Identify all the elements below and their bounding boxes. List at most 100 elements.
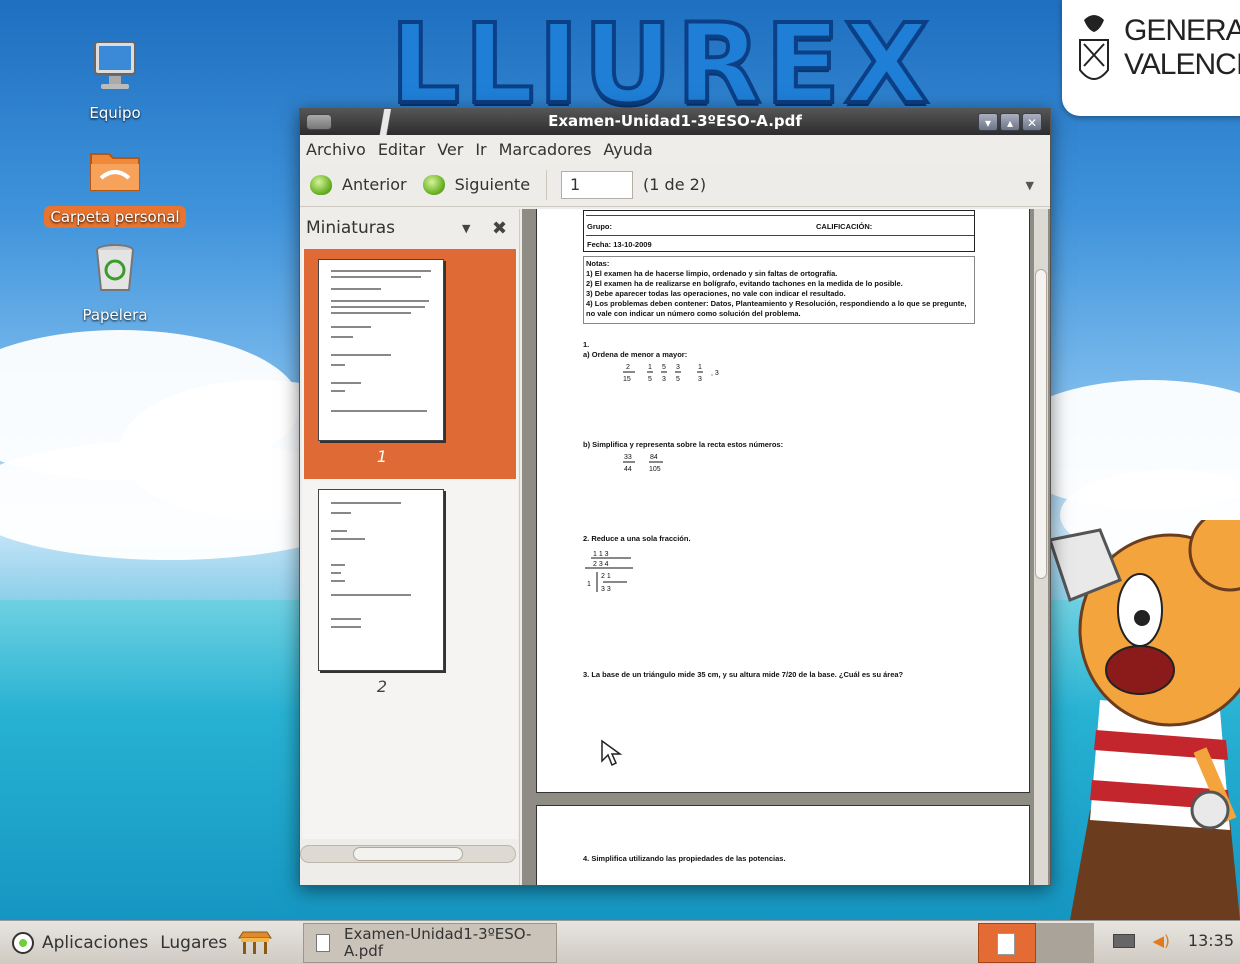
menu-ver[interactable]: Ver	[437, 140, 463, 159]
scrollbar-thumb[interactable]	[1035, 269, 1047, 579]
nota-1: 1) El examen ha de hacerse limpio, orden…	[586, 269, 838, 278]
maximize-icon: ▴	[1006, 116, 1014, 130]
menu-ayuda[interactable]: Ayuda	[603, 140, 652, 159]
arrow-up-icon	[310, 174, 332, 195]
toolbar-separator	[546, 169, 548, 200]
close-button[interactable]: ✕	[1022, 113, 1042, 131]
arrow-down-icon	[422, 174, 445, 195]
gva-line1: GENERALIT	[1124, 14, 1240, 47]
question-1a: a) Ordena de menor a mayor:	[583, 350, 688, 359]
sidebar-horizontal-scrollbar[interactable]	[300, 845, 516, 863]
document-icon	[316, 934, 330, 952]
svg-text:84: 84	[650, 454, 658, 461]
desktop-icon-label: Equipo	[89, 104, 141, 122]
question-1b: b) Simplifica y representa sobre la rect…	[583, 440, 784, 449]
next-page-label: Siguiente	[454, 175, 531, 194]
svg-text:1: 1	[698, 364, 702, 371]
svg-text:44: 44	[624, 466, 632, 473]
desktop-icon-equipo[interactable]: Equipo	[40, 38, 190, 124]
svg-text:, 3: , 3	[711, 370, 719, 377]
menu-ir[interactable]: Ir	[475, 140, 486, 159]
workspace-switcher-inactive[interactable]	[1036, 923, 1094, 963]
gva-line2: VALENCIAN	[1124, 48, 1240, 81]
calificacion-label: CALIFICACIÓN:	[816, 222, 873, 231]
window-titlebar[interactable]: Examen-Unidad1-3ºESO-A.pdf ▾ ▴ ✕	[300, 109, 1050, 135]
thumbnail-number: 2	[376, 677, 388, 696]
nota-3: 3) Debe aparecer todas las operaciones, …	[586, 289, 846, 298]
thumbnail-page-2[interactable]: 2	[304, 479, 516, 709]
mouse-pointer-icon	[601, 739, 623, 767]
document-vertical-scrollbar[interactable]	[1034, 209, 1048, 885]
taskbar-window-button[interactable]: Examen-Unidad1-3ºESO-A.pdf	[303, 923, 557, 963]
computer-icon	[94, 41, 136, 89]
svg-text:2 3 4: 2 3 4	[593, 561, 609, 568]
fraction-list-figure: 215 15 53 35 13 , 3	[623, 364, 719, 383]
minimize-button[interactable]: ▾	[978, 113, 998, 131]
sidebar-title[interactable]: Miniaturas	[306, 218, 395, 238]
system-tray: ◀) 13:35	[1112, 931, 1234, 950]
desk-launcher-icon[interactable]	[237, 930, 273, 956]
applications-menu-icon[interactable]	[12, 931, 34, 954]
previous-page-label: Anterior	[342, 175, 407, 194]
workspace-switcher-active[interactable]	[978, 923, 1036, 963]
menu-marcadores[interactable]: Marcadores	[499, 140, 592, 159]
places-menu[interactable]: Lugares	[160, 933, 227, 953]
svg-text:5: 5	[648, 376, 652, 383]
document-area: Grupo: CALIFICACIÓN: Fecha: 13-10-2009 N…	[522, 209, 1050, 885]
page-number-input[interactable]	[561, 170, 634, 199]
toolbar: Anterior Siguiente (1 de 2) ▼	[300, 163, 1050, 207]
svg-text:15: 15	[623, 376, 631, 383]
menu-archivo[interactable]: Archivo	[306, 140, 366, 159]
nota-2: 2) El examen ha de realizarse en bolígra…	[586, 279, 903, 288]
page-count: (1 de 2)	[643, 175, 707, 194]
desktop-icon-carpeta-personal[interactable]: Carpeta personal	[40, 142, 190, 228]
svg-text:2 1: 2 1	[601, 573, 611, 580]
document-icon	[997, 933, 1015, 955]
previous-page-button[interactable]: Anterior	[310, 174, 407, 195]
question-1-number: 1.	[583, 340, 590, 349]
next-page-button[interactable]: Siguiente	[422, 174, 531, 195]
menubar: Archivo Editar Ver Ir Marcadores Ayuda	[300, 135, 1050, 163]
taskbar-window-title: Examen-Unidad1-3ºESO-A.pdf	[344, 925, 532, 960]
svg-text:1 1 3: 1 1 3	[593, 551, 609, 558]
lliurex-logo: LLIUREX	[388, 2, 931, 126]
volume-icon[interactable]: ◀)	[1153, 932, 1170, 950]
svg-text:1: 1	[648, 364, 652, 371]
document-viewer-window: Examen-Unidad1-3ºESO-A.pdf ▾ ▴ ✕ Archivo…	[299, 108, 1051, 886]
svg-text:105: 105	[649, 466, 661, 473]
sidebar-dropdown-icon[interactable]: ▼	[462, 222, 470, 235]
notas-title: Notas:	[586, 259, 610, 268]
applications-menu[interactable]: Aplicaciones	[42, 933, 148, 953]
thumbnail-preview	[318, 489, 444, 671]
svg-text:3: 3	[662, 376, 666, 383]
thumbnail-number: 1	[376, 447, 388, 466]
question-4: 4. Simplifica utilizando las propiedades…	[583, 854, 786, 863]
pdf-page-1: Grupo: CALIFICACIÓN: Fecha: 13-10-2009 N…	[536, 209, 1030, 793]
pdf-page-2: 4. Simplifica utilizando las propiedades…	[536, 805, 1030, 885]
sidebar: Miniaturas ▼ ✖ 1 2	[300, 209, 520, 885]
generalitat-logo: GENERALIT VALENCIAN	[1062, 0, 1240, 116]
thumbnail-page-1[interactable]: 1	[304, 249, 516, 479]
desktop-icon-papelera[interactable]: Papelera	[40, 240, 190, 326]
sidebar-close-icon[interactable]: ✖	[492, 218, 507, 239]
svg-text:5: 5	[676, 376, 680, 383]
mail-icon[interactable]	[1112, 933, 1135, 948]
menu-editar[interactable]: Editar	[378, 140, 425, 159]
fraction-pair-figure: 33 44 84 105	[623, 454, 663, 473]
svg-text:3: 3	[698, 376, 702, 383]
question-2: 2. Reduce a una sola fracción.	[583, 534, 691, 543]
svg-text:5: 5	[662, 364, 666, 371]
crest-icon	[1079, 15, 1109, 80]
maximize-button[interactable]: ▴	[1000, 113, 1020, 131]
sidebar-header: Miniaturas ▼ ✖	[300, 209, 519, 247]
svg-text:1: 1	[587, 581, 591, 588]
close-icon: ✕	[1026, 116, 1038, 130]
svg-text:2: 2	[626, 364, 630, 371]
toolbar-overflow-icon[interactable]: ▼	[1026, 179, 1034, 192]
desktop-icon-label: Carpeta personal	[44, 206, 186, 228]
clock[interactable]: 13:35	[1188, 931, 1234, 950]
mascot-illustration	[1048, 520, 1240, 920]
window-title: Examen-Unidad1-3ºESO-A.pdf	[548, 112, 802, 130]
scrollbar-thumb[interactable]	[353, 847, 463, 861]
svg-text:33: 33	[624, 454, 632, 461]
